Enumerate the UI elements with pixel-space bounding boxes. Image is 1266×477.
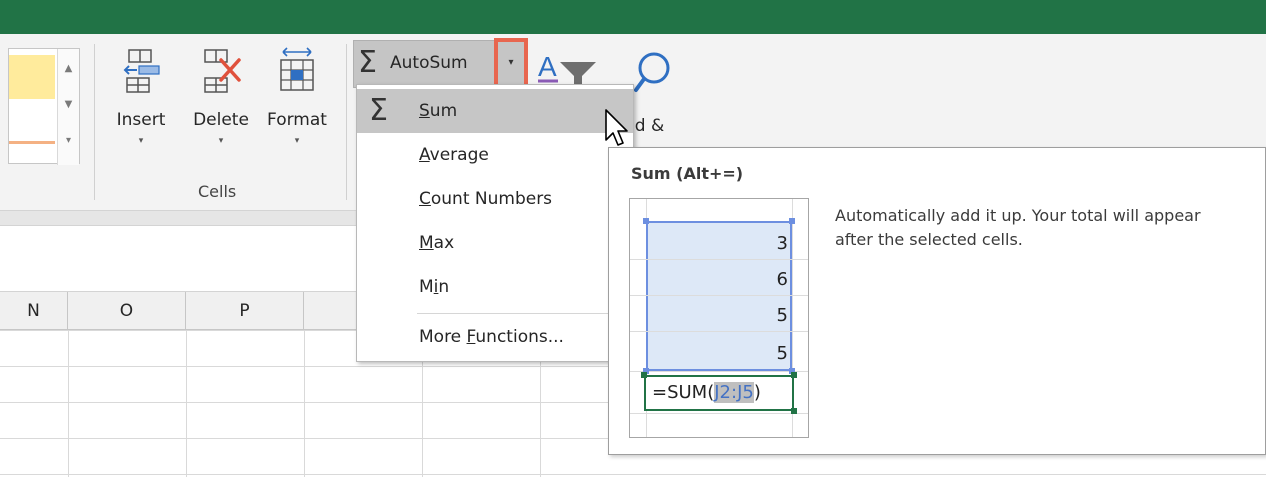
group-separator xyxy=(346,44,347,200)
sort-filter-icon[interactable]: A xyxy=(538,48,598,84)
format-cells-icon xyxy=(280,47,314,91)
menu-item-count-numbers[interactable]: Count Numbers xyxy=(357,177,633,221)
delete-label: Delete xyxy=(193,110,249,130)
menu-separator xyxy=(417,313,631,314)
menu-item-more-functions[interactable]: More Functions... xyxy=(357,315,633,359)
gallery-down-icon[interactable]: ▼ xyxy=(58,99,79,111)
autosum-label: AutoSum xyxy=(390,53,468,73)
format-button[interactable]: Format ▾ xyxy=(262,46,332,166)
example-formula-cell: =SUM(J2:J5) xyxy=(644,375,794,411)
sum-tooltip: Sum (Alt+=) Automatically add it up. You… xyxy=(608,147,1266,455)
group-separator xyxy=(94,44,95,200)
title-bar xyxy=(0,0,1266,34)
menu-item-min[interactable]: Min xyxy=(357,265,633,309)
menu-item-sum[interactable]: Σ Sum xyxy=(357,89,633,133)
cells-group-label: Cells xyxy=(198,182,237,201)
mouse-cursor-icon xyxy=(605,109,628,146)
gallery-scrollbar[interactable]: ▲ ▼ ▾ xyxy=(57,49,79,165)
example-value: 5 xyxy=(776,343,788,364)
menu-item-average[interactable]: Average xyxy=(357,133,633,177)
example-value: 5 xyxy=(776,305,788,326)
style-swatch-accent[interactable] xyxy=(9,141,55,144)
grid-column-line xyxy=(304,330,305,477)
chevron-down-icon: ▾ xyxy=(138,136,144,146)
insert-label: Insert xyxy=(116,110,166,130)
find-select-icon[interactable] xyxy=(632,50,672,94)
grid-column-line xyxy=(68,330,69,477)
chevron-down-icon: ▾ xyxy=(294,136,300,146)
grid-column-line xyxy=(186,330,187,477)
delete-button[interactable]: Delete ▾ xyxy=(186,46,256,166)
chevron-down-icon: ▾ xyxy=(218,136,224,146)
svg-text:A: A xyxy=(538,51,557,82)
column-header-n[interactable]: N xyxy=(0,292,68,330)
menu-item-max[interactable]: Max xyxy=(357,221,633,265)
tooltip-description: Automatically add it up. Your total will… xyxy=(835,206,1201,249)
autosum-dropdown-button[interactable]: ▾ xyxy=(494,38,528,88)
style-swatch-neutral[interactable] xyxy=(9,55,55,99)
column-header-o[interactable]: O xyxy=(68,292,186,330)
column-header-p[interactable]: P xyxy=(186,292,304,330)
example-value: 6 xyxy=(776,269,788,290)
chevron-down-icon: ▾ xyxy=(508,57,514,68)
autosum-button[interactable]: Σ AutoSum xyxy=(353,40,499,88)
tooltip-title: Sum (Alt+=) xyxy=(631,164,744,183)
tooltip-example-image: 3 6 5 5 =SUM(J2:J5) xyxy=(629,198,809,438)
insert-button[interactable]: Insert ▾ xyxy=(106,46,176,166)
format-label: Format xyxy=(267,110,327,130)
cell-styles-gallery[interactable]: ▲ ▼ ▾ xyxy=(8,48,80,165)
sigma-icon: Σ xyxy=(369,93,388,128)
autosum-menu: Σ Sum Average Count Numbers Max Min More… xyxy=(356,84,634,362)
gallery-up-icon[interactable]: ▲ xyxy=(58,63,79,75)
delete-cells-icon xyxy=(204,49,241,93)
gallery-more-icon[interactable]: ▾ xyxy=(58,135,79,147)
example-formula: =SUM(J2:J5) xyxy=(652,382,761,403)
sigma-icon: Σ xyxy=(358,45,377,80)
example-value: 3 xyxy=(776,233,788,254)
insert-cells-icon xyxy=(123,49,160,93)
